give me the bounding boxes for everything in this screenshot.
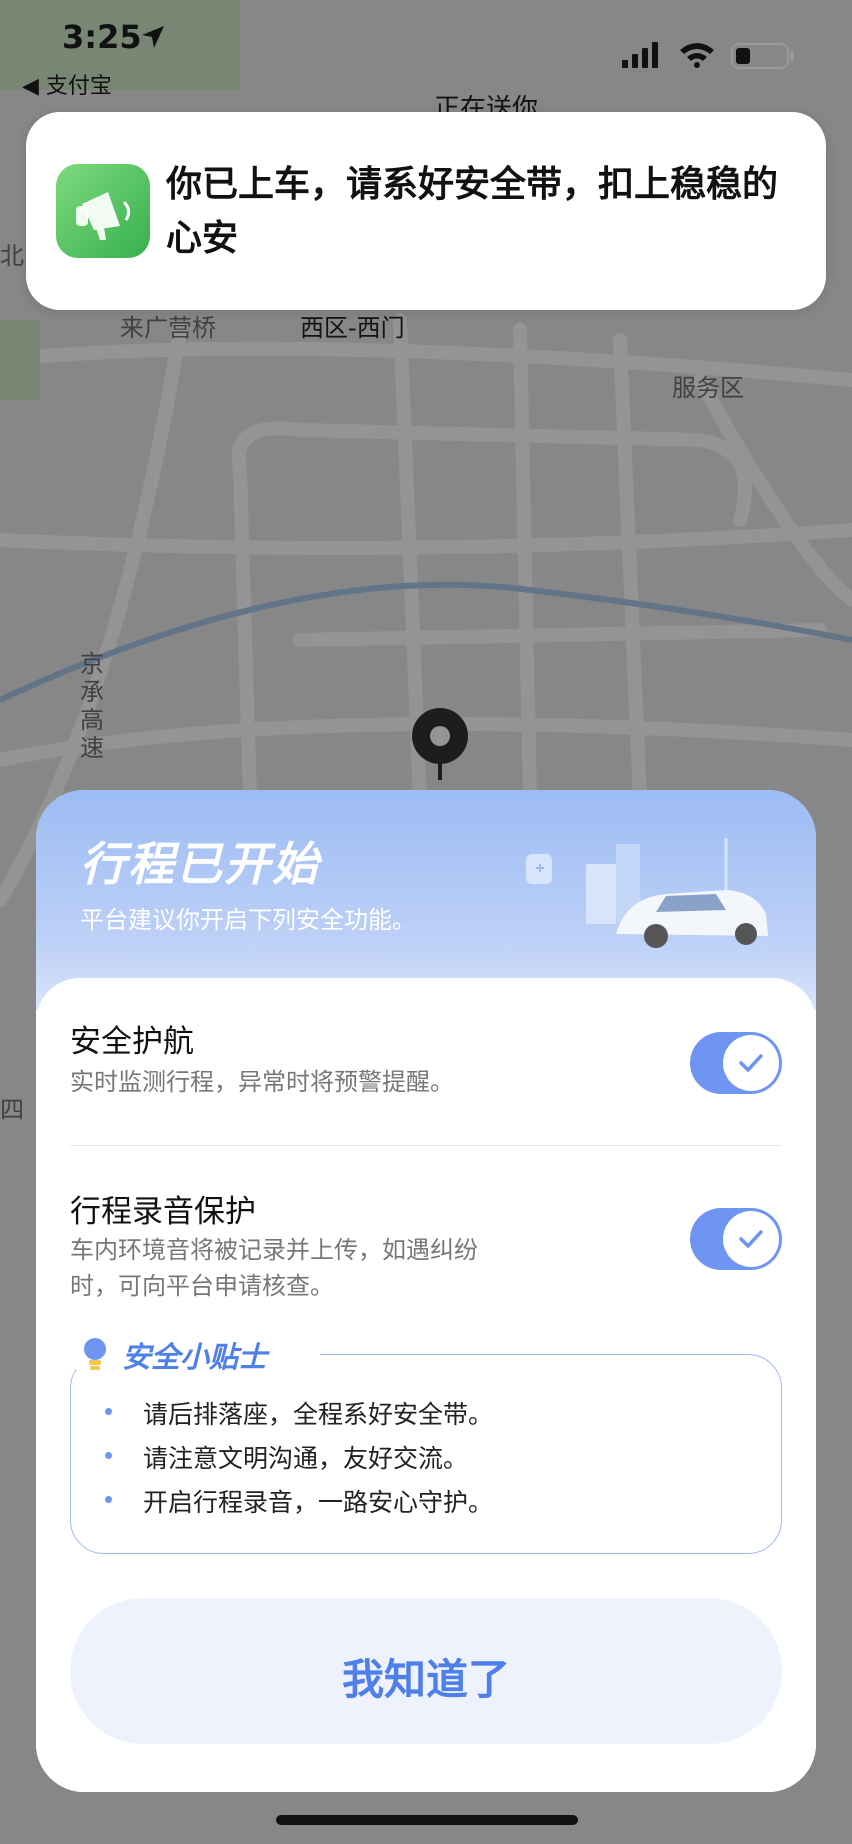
tip-item: 请后排落座，全程系好安全带。 xyxy=(104,1395,493,1431)
feature-desc: 车内环境音将被记录并上传，如遇纠纷时，可向平台申请核查。 xyxy=(70,1236,478,1300)
checkmark-icon xyxy=(739,1054,763,1072)
system-status-icons xyxy=(622,42,794,69)
megaphone-icon xyxy=(56,164,150,258)
sheet-header: 行程已开始 平台建议你开启下列安全功能。 xyxy=(36,790,816,1010)
got-it-button[interactable]: 我知道了 xyxy=(70,1598,782,1744)
sheet-subtitle: 平台建议你开启下列安全功能。 xyxy=(80,906,416,934)
tip-item: 开启行程录音，一路安心守护。 xyxy=(104,1483,493,1519)
tip-item: 请注意文明沟通，友好交流。 xyxy=(104,1439,468,1475)
car-city-illustration xyxy=(526,838,768,948)
feature-title: 行程录音保护 xyxy=(70,1194,256,1230)
lightbulb-icon xyxy=(84,1338,106,1370)
location-arrow-icon xyxy=(142,26,164,48)
feature-desc: 实时监测行程，异常时将预警提醒。 xyxy=(70,1068,454,1096)
safety-escort-toggle[interactable] xyxy=(690,1032,782,1094)
status-time: 3:25 xyxy=(62,18,142,56)
feature-title: 安全护航 xyxy=(70,1024,194,1060)
cellular-signal-icon xyxy=(622,42,658,68)
battery-icon xyxy=(731,43,794,69)
status-bar: 3:25 ◀ 支付宝 xyxy=(0,0,852,110)
sheet-body: 安全护航 实时监测行程，异常时将预警提醒。 行程录音保护 车内环境音将被记录并上… xyxy=(36,978,816,1792)
toggle-knob xyxy=(723,1211,779,1267)
divider xyxy=(70,1145,782,1146)
checkmark-icon xyxy=(739,1230,763,1248)
trip-started-sheet: 行程已开始 平台建议你开启下列安全功能。 安全护航 实时监测行程，异常时将预警提… xyxy=(36,790,816,1792)
notification-text: 你已上车，请系好安全带，扣上稳稳的心安 xyxy=(166,164,779,259)
sheet-title: 行程已开始 xyxy=(80,837,320,891)
notification-banner[interactable]: 你已上车，请系好安全带，扣上稳稳的心安 xyxy=(26,112,826,310)
safety-tips-box: 请后排落座，全程系好安全带。 请注意文明沟通，友好交流。 开启行程录音，一路安心… xyxy=(70,1354,782,1554)
back-to-app-link[interactable]: ◀ 支付宝 xyxy=(22,68,112,100)
trip-recording-toggle[interactable] xyxy=(690,1208,782,1270)
home-indicator[interactable] xyxy=(276,1815,578,1825)
toggle-knob xyxy=(723,1035,779,1091)
safety-tips-header: 安全小贴士 xyxy=(76,1334,320,1374)
wifi-icon xyxy=(680,43,714,68)
safety-tips-title: 安全小贴士 xyxy=(122,1340,268,1374)
